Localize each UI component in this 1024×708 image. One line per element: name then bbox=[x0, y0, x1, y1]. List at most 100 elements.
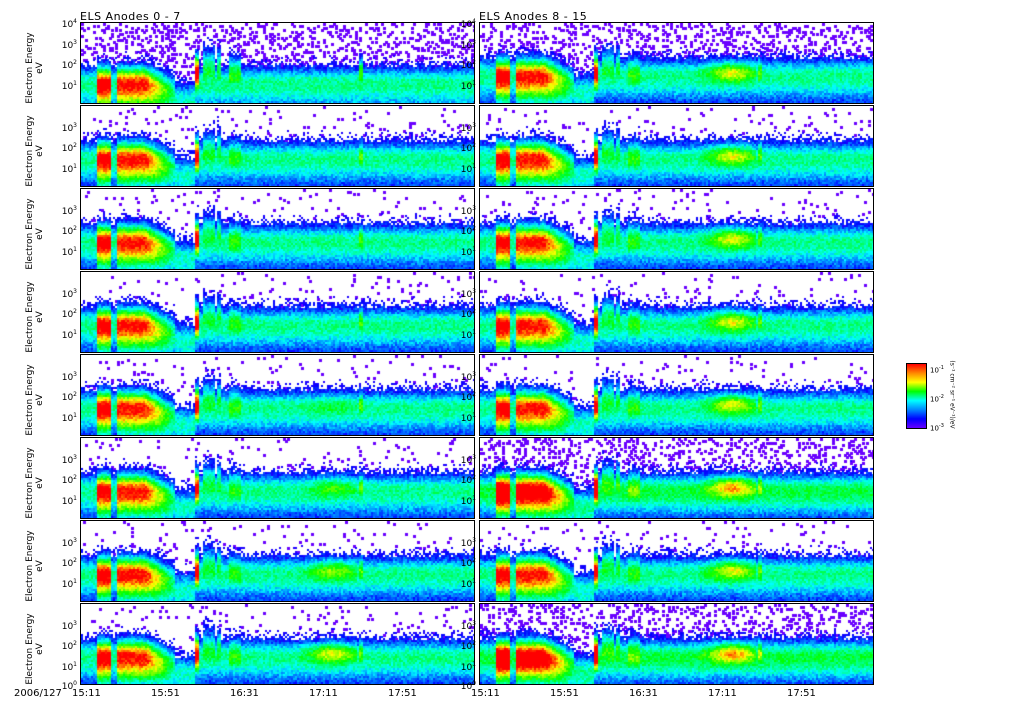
spectrogram-heatmap bbox=[81, 23, 474, 103]
x-tick-label: 17:11 bbox=[708, 688, 737, 699]
spectrogram-panel bbox=[80, 105, 475, 187]
y-tick-label: 101 bbox=[61, 411, 77, 424]
colorbar-tick-label: 10-2 bbox=[930, 394, 944, 404]
y-tick-label: 103 bbox=[61, 204, 77, 217]
y-tick-label: 101 bbox=[61, 328, 77, 341]
y-tick-label: 102 bbox=[460, 474, 476, 486]
spectrogram-heatmap bbox=[480, 355, 873, 435]
spectrogram-panel bbox=[479, 354, 874, 436]
y-tick-label: 101 bbox=[460, 577, 476, 590]
y-tick-label: 102 bbox=[61, 308, 77, 320]
y-tick-label: 102 bbox=[61, 557, 77, 569]
spectrogram-heatmap bbox=[81, 189, 474, 269]
colorbar-tick-label: 10-3 bbox=[930, 423, 944, 433]
y-tick-label: 103 bbox=[61, 121, 77, 134]
spectrogram-panel bbox=[80, 188, 475, 270]
spectrogram-heatmap bbox=[81, 355, 474, 435]
date-label: 2006/127 bbox=[14, 688, 62, 699]
spectrogram-panel bbox=[80, 603, 475, 685]
spectrogram-heatmap bbox=[81, 438, 474, 518]
x-tick-label: 15:11 bbox=[72, 688, 101, 699]
y-tick-label: 103 bbox=[61, 619, 77, 632]
y-tick-label: 102 bbox=[61, 142, 77, 154]
spectrogram-heatmap bbox=[480, 23, 873, 103]
y-tick-label: 101 bbox=[460, 245, 476, 258]
x-tick-label: 16:31 bbox=[629, 688, 658, 699]
spectrogram-heatmap bbox=[81, 521, 474, 601]
y-tick-label: 101 bbox=[61, 245, 77, 258]
y-tick-label: 103 bbox=[61, 287, 77, 300]
spectrogram-heatmap bbox=[480, 189, 873, 269]
y-tick-label: 101 bbox=[460, 411, 476, 424]
y-tick-label: 103 bbox=[460, 619, 476, 632]
spectrogram-panel bbox=[479, 603, 874, 685]
y-tick-label: 102 bbox=[61, 640, 77, 652]
y-axis-label: Electron Energy eV bbox=[25, 198, 45, 270]
y-tick-label: 101 bbox=[61, 162, 77, 175]
y-tick-label: 101 bbox=[460, 494, 476, 507]
spectrogram-panel bbox=[80, 437, 475, 519]
y-tick-label: 101 bbox=[460, 328, 476, 341]
y-tick-label: 101 bbox=[61, 79, 77, 92]
x-tick-label: 15:51 bbox=[151, 688, 180, 699]
y-axis-label: Electron Energy eV bbox=[25, 447, 45, 519]
y-tick-label: 103 bbox=[460, 38, 476, 51]
spectrogram-panel bbox=[80, 520, 475, 602]
y-tick-label: 103 bbox=[61, 536, 77, 549]
spectrogram-heatmap bbox=[81, 604, 474, 684]
y-tick-label: 102 bbox=[460, 142, 476, 154]
y-tick-label: 102 bbox=[460, 557, 476, 569]
x-tick-label: 17:51 bbox=[388, 688, 417, 699]
y-tick-label: 101 bbox=[460, 162, 476, 175]
y-tick-label: 102 bbox=[460, 640, 476, 652]
y-tick-label: 103 bbox=[61, 453, 77, 466]
spectrogram-panel bbox=[479, 105, 874, 187]
y-tick-label: 103 bbox=[460, 453, 476, 466]
spectrogram-heatmap bbox=[480, 272, 873, 352]
spectrogram-heatmap bbox=[480, 106, 873, 186]
y-tick-label: 103 bbox=[61, 370, 77, 383]
y-tick-label: 103 bbox=[460, 370, 476, 383]
spectrogram-panel bbox=[80, 271, 475, 353]
spectrogram-panel bbox=[479, 22, 874, 104]
x-tick-label: 15:51 bbox=[550, 688, 579, 699]
spectrogram-panel bbox=[80, 22, 475, 104]
spectrogram-panel bbox=[80, 354, 475, 436]
colorbar bbox=[906, 363, 927, 429]
x-tick-label: 17:51 bbox=[787, 688, 816, 699]
y-tick-label: 103 bbox=[61, 38, 77, 51]
spectrogram-panel bbox=[479, 520, 874, 602]
spectrogram-heatmap bbox=[81, 272, 474, 352]
y-axis-label: Electron Energy eV bbox=[25, 613, 45, 685]
y-axis-label: Electron Energy eV bbox=[25, 115, 45, 187]
spectrogram-heatmap bbox=[480, 438, 873, 518]
x-tick-label: 17:11 bbox=[309, 688, 338, 699]
spectrogram-heatmap bbox=[81, 106, 474, 186]
y-tick-label: 101 bbox=[460, 79, 476, 92]
y-tick-label: 101 bbox=[460, 660, 476, 673]
y-tick-label: 102 bbox=[460, 391, 476, 403]
y-tick-label: 104 bbox=[61, 18, 77, 30]
spectrogram-panel bbox=[479, 188, 874, 270]
y-tick-label: 103 bbox=[460, 121, 476, 134]
colorbar-label: (s⁻¹ cm⁻² sr⁻¹ eV⁻¹)/eV bbox=[948, 360, 956, 429]
x-tick-label: 16:31 bbox=[230, 688, 259, 699]
y-axis-label: Electron Energy eV bbox=[25, 364, 45, 436]
y-axis-label: Electron Energy eV bbox=[25, 32, 45, 104]
y-axis-label: Electron Energy eV bbox=[25, 530, 45, 602]
y-tick-label: 103 bbox=[460, 287, 476, 300]
y-tick-label: 101 bbox=[61, 577, 77, 590]
y-tick-label: 101 bbox=[61, 660, 77, 673]
y-tick-label: 102 bbox=[61, 391, 77, 403]
y-tick-label: 103 bbox=[460, 204, 476, 217]
y-tick-label: 102 bbox=[460, 225, 476, 237]
y-tick-label: 102 bbox=[61, 59, 77, 71]
y-tick-label: 103 bbox=[460, 536, 476, 549]
y-tick-label: 104 bbox=[460, 18, 476, 30]
y-tick-label: 101 bbox=[61, 494, 77, 507]
x-tick-label: 15:11 bbox=[471, 688, 500, 699]
spectrogram-panel bbox=[479, 271, 874, 353]
y-axis-label: Electron Energy eV bbox=[25, 281, 45, 353]
y-tick-label: 102 bbox=[61, 225, 77, 237]
y-tick-label: 102 bbox=[61, 474, 77, 486]
